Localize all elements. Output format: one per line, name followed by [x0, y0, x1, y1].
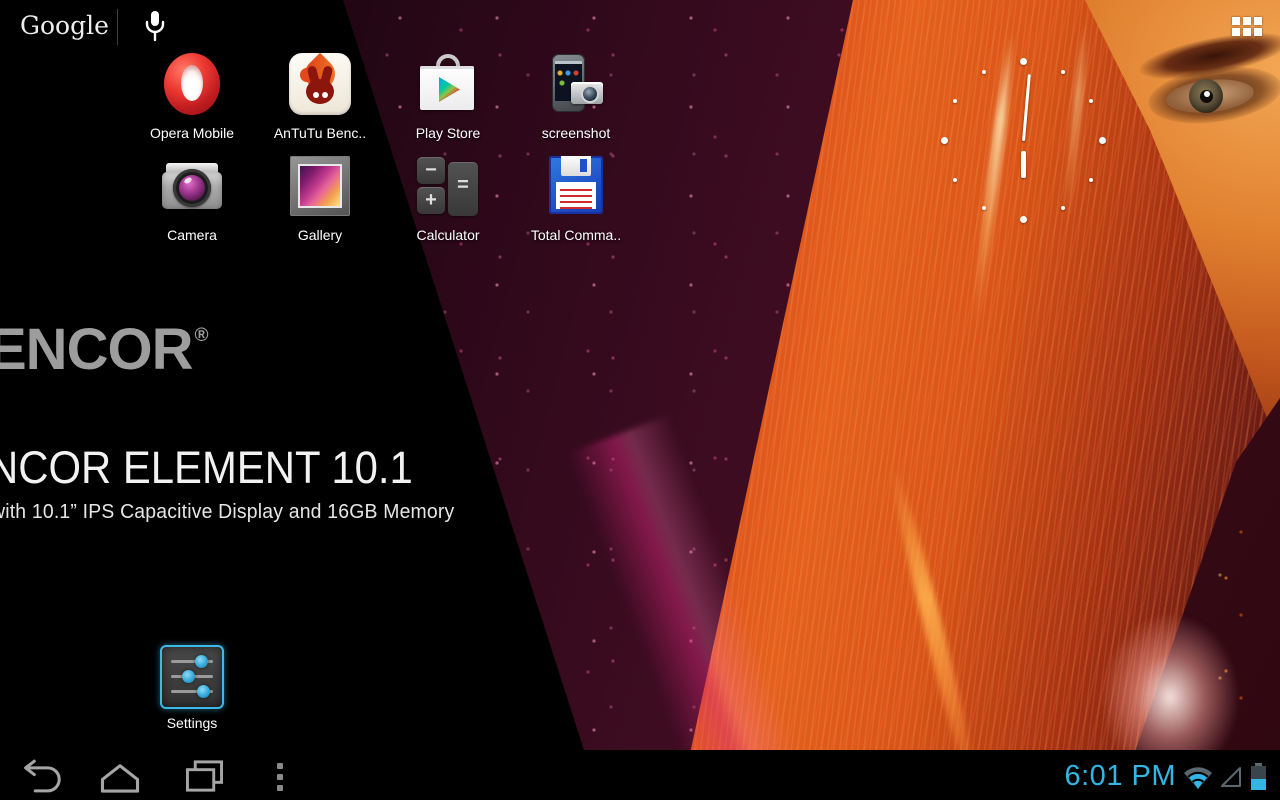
- play-store-icon: [416, 52, 480, 116]
- settings-icon: [160, 645, 224, 709]
- clock-dot-2: [1089, 99, 1093, 103]
- rabbit-eye: [313, 92, 319, 98]
- wallpaper-brand-logo: ENCOR®: [0, 316, 207, 383]
- all-apps-grid-icon: [1254, 28, 1262, 36]
- wallpaper-subheadline: with 10.1” IPS Capacitive Display and 16…: [0, 501, 454, 524]
- google-search-widget[interactable]: Google: [20, 11, 109, 40]
- clock-dot-12: [1020, 58, 1027, 65]
- clock-dot-1: [1061, 70, 1065, 74]
- back-button[interactable]: [18, 758, 64, 795]
- opera-hole: [181, 65, 203, 101]
- clock-minute-hand: [1022, 74, 1031, 141]
- clock-dot-10: [953, 99, 957, 103]
- cell-signal-icon: [1220, 766, 1243, 788]
- status-tray[interactable]: 6:01 PM: [1065, 760, 1268, 793]
- total-commander-icon: [544, 154, 608, 218]
- battery-icon: [1250, 763, 1267, 790]
- opera-mobile-icon: [160, 52, 224, 116]
- app-antutu-benchmark[interactable]: AnTuTu Benc..: [256, 52, 384, 148]
- wallpaper-headline: NCOR ELEMENT 10.1: [0, 442, 413, 494]
- minus-glyph: −: [425, 159, 437, 182]
- all-apps-grid-icon: [1243, 28, 1251, 36]
- app-label: Calculator: [416, 227, 479, 243]
- app-label: Opera Mobile: [150, 125, 234, 141]
- slider-knob: [195, 655, 208, 668]
- slider-track: [171, 675, 213, 678]
- app-label: Play Store: [416, 125, 481, 141]
- clock-dot-6: [1020, 216, 1027, 223]
- slider-track: [171, 690, 213, 693]
- equals-glyph: =: [457, 174, 469, 197]
- home-button[interactable]: [96, 758, 144, 795]
- app-label: screenshot: [542, 125, 610, 141]
- registered-mark: ®: [194, 325, 207, 346]
- wallpaper-eye-highlight: [1204, 91, 1210, 97]
- clock-dot-5: [1061, 206, 1065, 210]
- camera-lens: [581, 85, 599, 103]
- app-label: Settings: [167, 715, 218, 731]
- settings-sliders-panel: [160, 645, 224, 709]
- clock-text: 6:01 PM: [1065, 760, 1177, 793]
- brand-text: ENCOR: [0, 317, 192, 382]
- app-opera-mobile[interactable]: Opera Mobile: [128, 52, 256, 148]
- app-camera[interactable]: Camera: [128, 154, 256, 250]
- all-apps-grid-icon: [1243, 17, 1251, 25]
- clock-dot-11: [982, 70, 986, 74]
- plus-glyph: +: [425, 189, 437, 212]
- menu-button[interactable]: [274, 762, 286, 792]
- app-label: Camera: [167, 227, 217, 243]
- clock-dot-3: [1099, 137, 1106, 144]
- app-label: AnTuTu Benc..: [274, 125, 366, 141]
- equals-key: =: [448, 162, 478, 216]
- recents-button[interactable]: [180, 758, 228, 795]
- clock-dot-4: [1089, 178, 1093, 182]
- slider-track: [171, 660, 213, 663]
- calculator-icon: − + =: [416, 154, 480, 218]
- wifi-icon: [1183, 764, 1213, 790]
- microphone-icon[interactable]: [142, 9, 168, 45]
- photo: [298, 164, 342, 208]
- rabbit-head: [306, 79, 334, 104]
- all-apps-grid-icon: [1232, 28, 1240, 36]
- screenshot-icon: [544, 52, 608, 116]
- clock-dot-8: [953, 178, 957, 182]
- app-screenshot[interactable]: screenshot: [512, 52, 640, 148]
- clock-hour-hand: [1021, 151, 1026, 178]
- app-play-store[interactable]: Play Store: [384, 52, 512, 148]
- app-calculator[interactable]: − + = Calculator: [384, 154, 512, 250]
- antutu-icon: [288, 52, 352, 116]
- app-total-commander[interactable]: Total Comma..: [512, 154, 640, 250]
- floppy-label: [556, 182, 596, 209]
- clock-dot-9: [941, 137, 948, 144]
- rabbit-eye: [322, 92, 328, 98]
- app-label: Gallery: [298, 227, 342, 243]
- analog-clock-widget[interactable]: [938, 55, 1108, 225]
- slider-knob: [197, 685, 210, 698]
- gallery-icon: [288, 154, 352, 218]
- android-home-screen: ENCOR® NCOR ELEMENT 10.1 with 10.1” IPS …: [0, 0, 1280, 800]
- plus-key: +: [417, 187, 445, 214]
- app-gallery[interactable]: Gallery: [256, 154, 384, 250]
- all-apps-grid-icon: [1232, 17, 1240, 25]
- minus-key: −: [417, 157, 445, 184]
- all-apps-button[interactable]: [1232, 17, 1262, 36]
- app-label: Total Comma..: [531, 227, 621, 243]
- slider-knob: [182, 670, 195, 683]
- clock-dot-7: [982, 206, 986, 210]
- camera-icon: [160, 154, 224, 218]
- all-apps-grid-icon: [1254, 17, 1262, 25]
- floppy-slot: [580, 159, 587, 172]
- search-divider: [117, 9, 118, 45]
- app-settings[interactable]: Settings: [128, 645, 256, 741]
